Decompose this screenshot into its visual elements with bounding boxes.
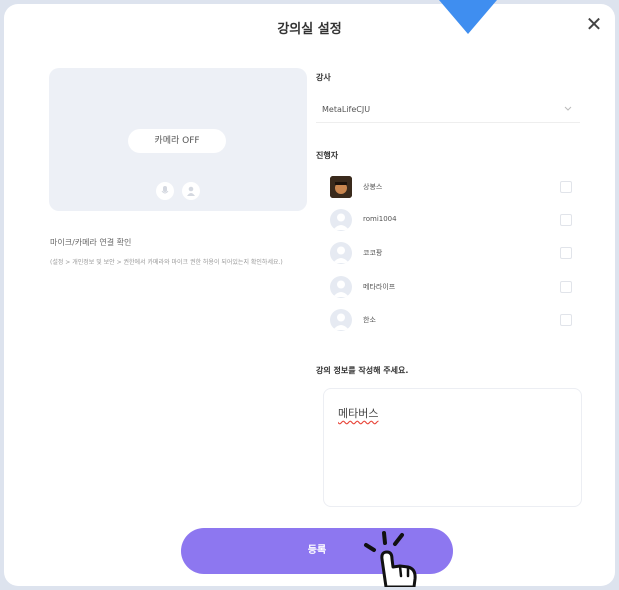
camera-preview: 카메라 OFF (49, 68, 307, 211)
host-checkbox[interactable] (560, 214, 572, 226)
close-icon[interactable]: ✕ (583, 14, 605, 36)
classroom-settings-dialog: 강의실 설정 ✕ 카메라 OFF 마이크/카메라 연결 확인 (설정 > 개인정… (4, 4, 615, 586)
host-item[interactable]: 코코팡 (330, 242, 580, 264)
person-icon[interactable] (182, 182, 200, 200)
lecture-info-value: 메타버스 (338, 407, 379, 420)
host-checkbox[interactable] (560, 181, 572, 193)
avatar (330, 176, 352, 198)
hosts-label: 진행자 (316, 151, 339, 160)
host-item[interactable]: 메타라이프 (330, 276, 580, 298)
host-name: 메타라이프 (363, 283, 396, 291)
avatar (330, 209, 352, 231)
hand-cursor-icon (364, 531, 417, 587)
host-name: 한소 (363, 316, 376, 324)
instructor-select[interactable]: MetaLifeCJU (316, 96, 580, 123)
host-name: romi1004 (363, 215, 397, 223)
chevron-down-icon (564, 106, 572, 111)
mic-camera-check-title: 마이크/카메라 연결 확인 (50, 238, 132, 247)
lecture-info-textarea[interactable]: 메타버스 (323, 388, 582, 507)
host-name: 코코팡 (363, 249, 383, 257)
instructor-selected-value: MetaLifeCJU (322, 105, 371, 114)
microphone-icon[interactable] (156, 182, 174, 200)
lecture-info-label: 강의 정보를 작성해 주세요. (316, 366, 409, 375)
host-checkbox[interactable] (560, 314, 572, 326)
dialog-title: 강의실 설정 (277, 22, 342, 37)
avatar (330, 309, 352, 331)
host-checkbox[interactable] (560, 281, 572, 293)
instructor-label: 강사 (316, 73, 331, 82)
avatar (330, 242, 352, 264)
host-item[interactable]: 상봉스 (330, 176, 580, 198)
camera-off-badge: 카메라 OFF (128, 129, 226, 153)
pointer-arrow-icon (439, 0, 497, 34)
host-item[interactable]: romi1004 (330, 209, 580, 231)
avatar (330, 276, 352, 298)
host-checkbox[interactable] (560, 247, 572, 259)
mic-camera-check-description: (설정 > 개인정보 및 보안 > 권한에서 카메라와 마이크 권한 허용이 되… (50, 259, 283, 266)
host-item[interactable]: 한소 (330, 309, 580, 331)
host-name: 상봉스 (363, 183, 383, 191)
